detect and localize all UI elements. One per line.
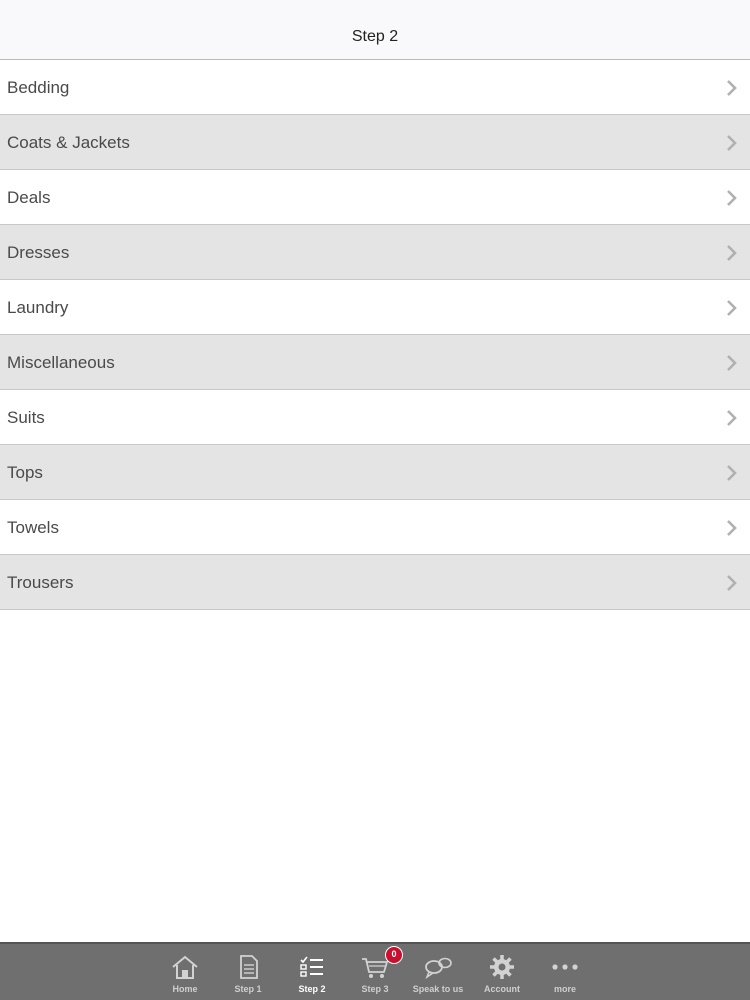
document-icon xyxy=(240,955,258,979)
speech-bubbles-icon xyxy=(425,957,452,980)
tab-more[interactable]: more xyxy=(535,944,595,1000)
category-row-trousers[interactable]: Trousers xyxy=(0,555,750,610)
tab-speak-to-us[interactable]: Speak to us xyxy=(408,944,468,1000)
navigation-bar: Step 2 xyxy=(0,0,750,60)
chevron-right-icon xyxy=(727,355,737,371)
category-label: Bedding xyxy=(7,78,70,97)
category-row-bedding[interactable]: Bedding xyxy=(0,60,750,115)
chevron-right-icon xyxy=(727,190,737,206)
chevron-right-icon xyxy=(727,245,737,261)
checklist-icon xyxy=(300,956,323,977)
category-label: Coats & Jackets xyxy=(7,133,130,152)
category-row-dresses[interactable]: Dresses xyxy=(0,225,750,280)
category-row-tops[interactable]: Tops xyxy=(0,445,750,500)
chevron-right-icon xyxy=(727,575,737,591)
category-row-miscellaneous[interactable]: Miscellaneous xyxy=(0,335,750,390)
category-row-deals[interactable]: Deals xyxy=(0,170,750,225)
category-list: Bedding Coats & Jackets Deals Dresses La… xyxy=(0,60,750,610)
gear-icon xyxy=(490,955,514,979)
category-label: Towels xyxy=(7,518,59,537)
chevron-right-icon xyxy=(727,410,737,426)
chevron-right-icon xyxy=(727,300,737,316)
category-label: Suits xyxy=(7,408,45,427)
category-label: Dresses xyxy=(7,243,70,262)
cart-count-badge: 0 xyxy=(385,946,403,964)
category-label: Miscellaneous xyxy=(7,353,115,372)
tab-step-1[interactable]: Step 1 xyxy=(218,944,278,1000)
tab-home[interactable]: Home xyxy=(155,944,215,1000)
category-label: Tops xyxy=(7,463,43,482)
category-row-towels[interactable]: Towels xyxy=(0,500,750,555)
category-row-suits[interactable]: Suits xyxy=(0,390,750,445)
category-label: Laundry xyxy=(7,298,69,317)
page-title: Step 2 xyxy=(351,28,399,45)
tab-step-2[interactable]: Step 2 xyxy=(282,944,342,1000)
screen: Step 2 Bedding Coats & Jackets Deals Dre… xyxy=(0,0,750,1000)
chevron-right-icon xyxy=(727,465,737,481)
chevron-right-icon xyxy=(727,520,737,536)
tab-account[interactable]: Account xyxy=(472,944,532,1000)
more-dots-icon xyxy=(552,964,578,970)
tab-bar: Home Step 1 Step 2 Step 3 Speak to us Ac… xyxy=(0,942,750,1000)
tab-label: more xyxy=(553,984,576,994)
category-label: Trousers xyxy=(7,573,74,592)
category-row-coats-jackets[interactable]: Coats & Jackets xyxy=(0,115,750,170)
home-icon xyxy=(172,955,198,979)
chevron-right-icon xyxy=(727,135,737,151)
category-row-laundry[interactable]: Laundry xyxy=(0,280,750,335)
chevron-right-icon xyxy=(727,80,737,96)
category-label: Deals xyxy=(7,188,51,207)
